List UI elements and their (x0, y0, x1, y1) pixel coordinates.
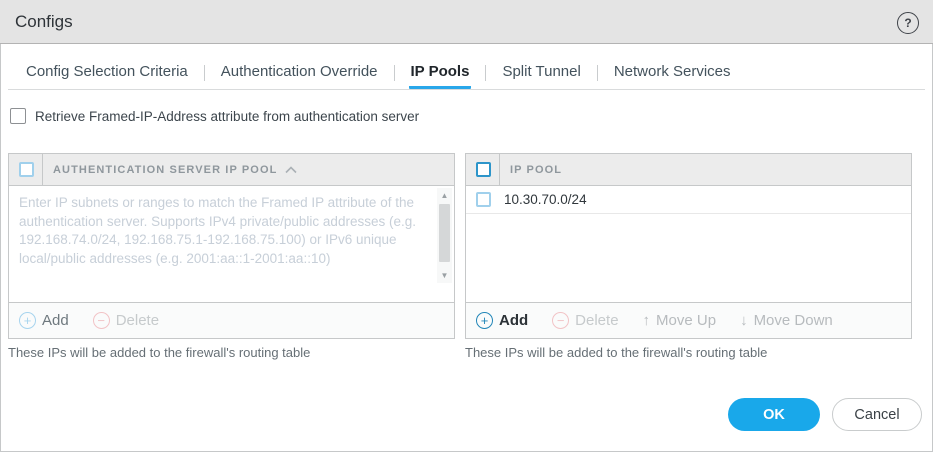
add-button[interactable]: + Add (476, 312, 528, 329)
framed-ip-checkbox[interactable] (10, 108, 26, 124)
delete-button[interactable]: − Delete (93, 312, 159, 329)
ip-pool-panel: IP POOL 10.30.70.0/24 + Add − Delete ↑ M… (465, 153, 912, 339)
framed-ip-row: Retrieve Framed-IP-Address attribute fro… (10, 108, 419, 124)
ip-subnets-textarea[interactable]: Enter IP subnets or ranges to match the … (9, 186, 454, 302)
select-all-checkbox[interactable] (476, 162, 491, 177)
tab-bar: Config Selection Criteria Authentication… (8, 57, 925, 90)
auth-server-ip-pool-panel: AUTHENTICATION SERVER IP POOL Enter IP s… (8, 153, 455, 339)
tab-separator (394, 57, 395, 89)
scrollbar-track: ▲ ▼ (437, 188, 452, 283)
plus-circle-icon: + (19, 312, 36, 329)
ip-pool-value[interactable]: 10.30.70.0/24 (504, 192, 587, 207)
header-divider (499, 154, 500, 185)
help-icon[interactable]: ? (897, 12, 919, 34)
scroll-up-icon[interactable]: ▲ (437, 191, 452, 200)
tab-network-services[interactable]: Network Services (612, 57, 733, 89)
move-down-button[interactable]: ↓ Move Down (740, 312, 833, 329)
tab-separator (485, 57, 486, 89)
tab-separator (597, 57, 598, 89)
header-divider (42, 154, 43, 185)
routing-table-note: These IPs will be added to the firewall'… (8, 345, 310, 360)
move-up-button[interactable]: ↑ Move Up (643, 312, 717, 329)
dialog-title: Configs (15, 12, 73, 32)
cancel-button[interactable]: Cancel (832, 398, 922, 431)
row-checkbox[interactable] (476, 192, 491, 207)
arrow-down-icon: ↓ (740, 312, 748, 329)
auth-server-ip-pool-column-header[interactable]: AUTHENTICATION SERVER IP POOL (53, 164, 277, 176)
configs-dialog: Configs ? Config Selection Criteria Auth… (0, 0, 933, 452)
auth-server-ip-pool-header: AUTHENTICATION SERVER IP POOL (9, 154, 454, 186)
ip-pool-toolbar: + Add − Delete ↑ Move Up ↓ Move Down (466, 302, 911, 338)
scroll-down-icon[interactable]: ▼ (437, 271, 452, 280)
ip-pool-column-header[interactable]: IP POOL (510, 164, 562, 176)
tab-authentication-override[interactable]: Authentication Override (219, 57, 380, 89)
dialog-titlebar: Configs ? (0, 0, 933, 44)
sort-ascending-icon (285, 166, 297, 174)
tab-separator (204, 57, 205, 89)
tab-config-selection-criteria[interactable]: Config Selection Criteria (24, 57, 190, 89)
ip-pool-table-body: 10.30.70.0/24 (466, 186, 911, 302)
ok-button[interactable]: OK (728, 398, 820, 431)
minus-circle-icon: − (93, 312, 110, 329)
tab-split-tunnel[interactable]: Split Tunnel (500, 57, 582, 89)
auth-server-ip-pool-toolbar: + Add − Delete (9, 302, 454, 338)
ip-pool-header: IP POOL (466, 154, 911, 186)
tab-ip-pools[interactable]: IP Pools (409, 57, 472, 89)
plus-circle-icon: + (476, 312, 493, 329)
select-all-checkbox[interactable] (19, 162, 34, 177)
minus-circle-icon: − (552, 312, 569, 329)
routing-table-note: These IPs will be added to the firewall'… (465, 345, 767, 360)
arrow-up-icon: ↑ (643, 312, 651, 329)
scrollbar-thumb[interactable] (439, 204, 450, 262)
table-row[interactable]: 10.30.70.0/24 (466, 186, 911, 214)
framed-ip-label: Retrieve Framed-IP-Address attribute fro… (35, 109, 419, 124)
add-button[interactable]: + Add (19, 312, 69, 329)
ip-subnets-placeholder: Enter IP subnets or ranges to match the … (19, 194, 426, 269)
delete-button[interactable]: − Delete (552, 312, 618, 329)
